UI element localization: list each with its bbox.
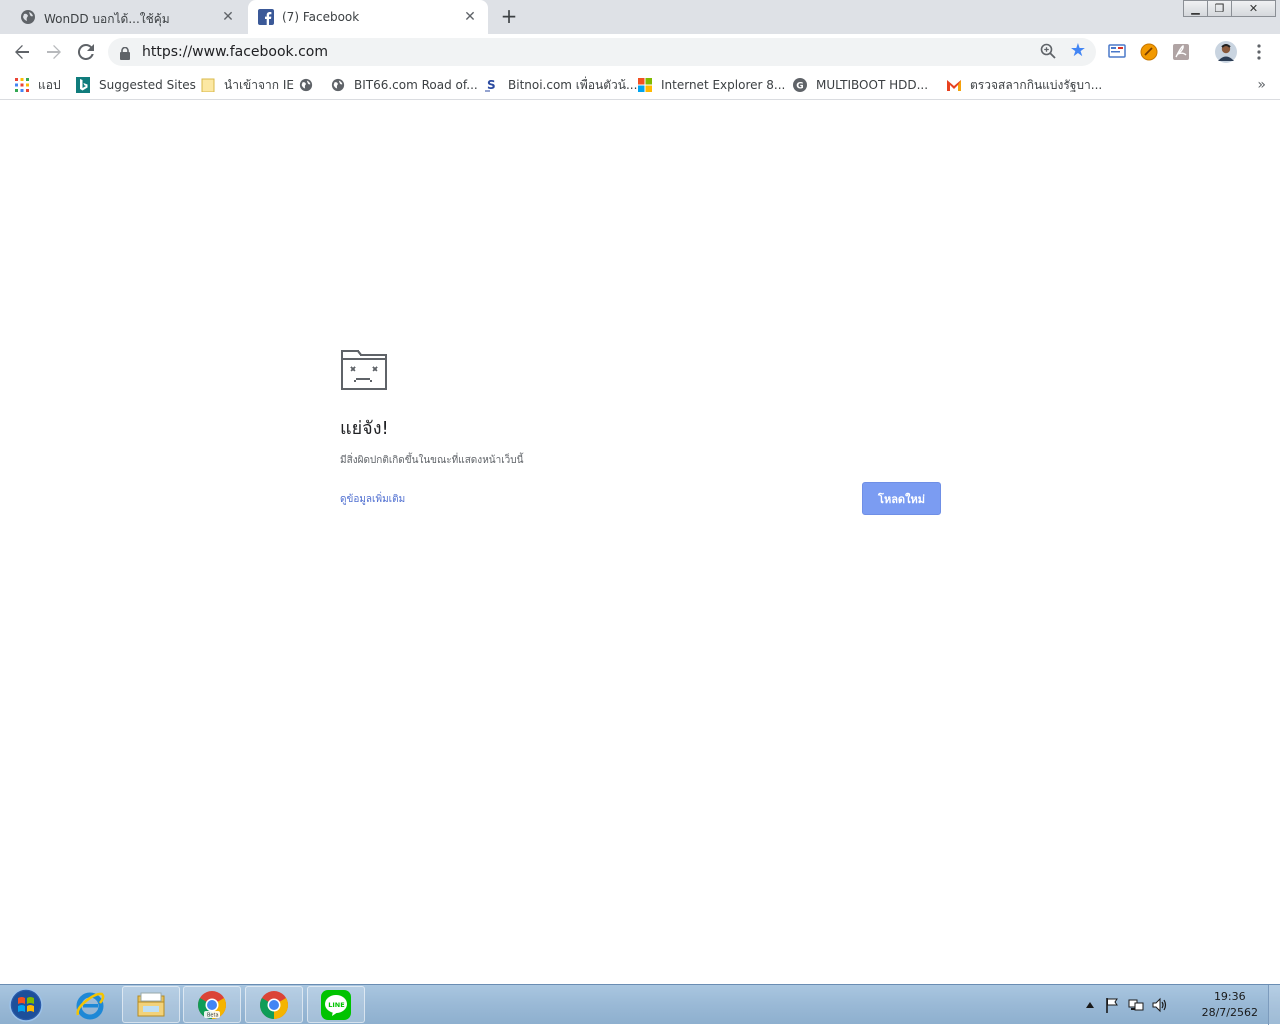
tab-title: WonDD บอกได้...ใช้คุ้ม [44,12,170,26]
bookmark-label: Bitnoi.com เพื่อนตัวน้... [508,77,638,92]
sad-folder-icon [340,349,388,395]
bookmark-globe[interactable] [298,76,322,94]
bookmark-suggested-sites[interactable]: Suggested Sites [75,76,196,94]
svg-text:G: G [796,82,803,92]
bookmark-label: MULTIBOOT HDD... [816,78,929,92]
zoom-icon[interactable] [1040,43,1056,63]
system-clock[interactable]: 19:36 28/7/2562 [1202,989,1258,1021]
restore-button[interactable]: ❐ [1207,0,1232,17]
windows-taskbar: Beta LINE 19:36 28/7/2562 [0,984,1280,1025]
globe-icon [298,77,314,93]
page-content: แย่จัง! มีสิ่งผิดปกติเกิดขึ้นในขณะที่แสด… [0,101,1280,984]
bookmark-star-icon[interactable]: ★ [1070,42,1086,60]
network-icon[interactable] [1128,997,1144,1013]
forward-button[interactable] [41,39,67,65]
close-window-button[interactable]: ✕ [1231,0,1276,17]
chrome-beta-icon: Beta [198,990,226,1019]
tab-title: (7) Facebook [282,10,360,24]
menu-kebab-icon[interactable] [1249,42,1269,62]
bookmarks-overflow-button[interactable]: » [1257,77,1266,93]
facebook-icon [258,9,274,25]
folder-icon [200,77,216,93]
window-controls: ▁ ❐ ✕ [1183,0,1276,18]
bookmarks-bar: แอป Suggested Sites นำเข้าจาก IE BIT66.c… [0,70,1280,100]
bookmark-label: ตรวจสลากกินแบ่งรัฐบา... [970,77,1103,92]
g-logo-icon: G [792,77,808,93]
bookmark-label: Internet Explorer 8... [661,78,786,92]
error-heading: แย่จัง! [340,418,389,439]
start-button[interactable] [6,987,46,1023]
bookmark-import-ie[interactable]: นำเข้าจาก IE [200,76,294,94]
tab-wondd[interactable]: WonDD บอกได้...ใช้คุ้ม ✕ [10,0,246,34]
beta-badge: Beta [207,1012,219,1018]
bookmark-bitnoi[interactable]: S Bitnoi.com เพื่อนตัวน้... [484,76,637,94]
taskbar-line[interactable]: LINE [307,986,365,1023]
line-label: LINE [328,1001,344,1009]
taskbar-chrome-beta[interactable]: Beta [183,986,241,1023]
taskbar-chrome[interactable] [245,986,303,1023]
volume-icon[interactable] [1152,997,1168,1013]
close-tab-icon[interactable]: ✕ [220,9,236,25]
arrow-right-icon [47,45,61,59]
reload-toolbar-button[interactable] [73,39,99,65]
arrow-left-icon [15,45,29,59]
bitnoi-icon: S [484,77,500,93]
m-logo-icon [946,77,962,93]
bookmark-ie8[interactable]: Internet Explorer 8... [637,76,785,94]
minimize-button[interactable]: ▁ [1183,0,1208,17]
show-hidden-icons-button[interactable] [1082,997,1098,1013]
bing-icon [75,77,91,93]
tab-strip: WonDD บอกได้...ใช้คุ้ม ✕ (7) Facebook ✕ … [0,0,1280,34]
close-tab-icon[interactable]: ✕ [462,9,478,25]
chevron-up-icon [1086,1002,1094,1008]
clock-time: 19:36 [1213,990,1246,1003]
bookmark-multiboot[interactable]: G MULTIBOOT HDD... [792,76,928,94]
browser-toolbar: https://www.facebook.com ★ [0,34,1280,70]
bookmark-label: Suggested Sites [99,78,196,92]
file-explorer-icon [137,992,165,1016]
address-bar[interactable]: https://www.facebook.com ★ [108,38,1096,66]
clock-date: 28/7/2562 [1201,1006,1258,1019]
avatar[interactable] [1215,41,1237,63]
new-tab-button[interactable]: + [498,6,520,28]
bookmark-label: BIT66.com Road of... [354,78,478,92]
lock-icon[interactable] [120,45,130,64]
internet-explorer-icon [76,992,105,1019]
orange-extension-icon[interactable] [1139,42,1159,62]
apps-grid-icon [14,77,30,93]
bookmark-label: แอป [38,77,61,92]
learn-more-link[interactable]: ดูข้อมูลเพิ่มเติม [340,492,405,507]
url-text[interactable]: https://www.facebook.com [142,44,328,60]
chrome-icon [260,990,288,1019]
tab-facebook[interactable]: (7) Facebook ✕ [248,0,488,34]
refresh-icon [78,44,94,60]
back-button[interactable] [9,39,35,65]
pdf-extension-icon[interactable] [1171,42,1191,62]
bookmark-lottery[interactable]: ตรวจสลากกินแบ่งรัฐบา... [946,76,1102,94]
svg-text:S: S [487,78,496,92]
show-desktop-button[interactable] [1268,985,1280,1025]
globe-icon [20,9,36,25]
action-center-icon[interactable] [1104,997,1120,1013]
taskbar-internet-explorer[interactable] [61,986,119,1023]
error-message: มีสิ่งผิดปกติเกิดขึ้นในขณะที่แสดงหน้าเว็… [340,455,524,466]
windows-logo-icon [637,77,653,93]
bookmark-bit66[interactable]: BIT66.com Road of... [330,76,478,94]
reload-page-button[interactable]: โหลดใหม่ [862,482,941,515]
globe-icon [330,77,346,93]
translate-extension-icon[interactable] [1107,42,1127,62]
system-tray: 19:36 28/7/2562 [1080,985,1280,1025]
bookmark-apps[interactable]: แอป [14,76,61,94]
taskbar-file-explorer[interactable] [122,986,180,1023]
line-icon: LINE [321,989,351,1020]
bookmark-label: นำเข้าจาก IE [224,77,294,92]
